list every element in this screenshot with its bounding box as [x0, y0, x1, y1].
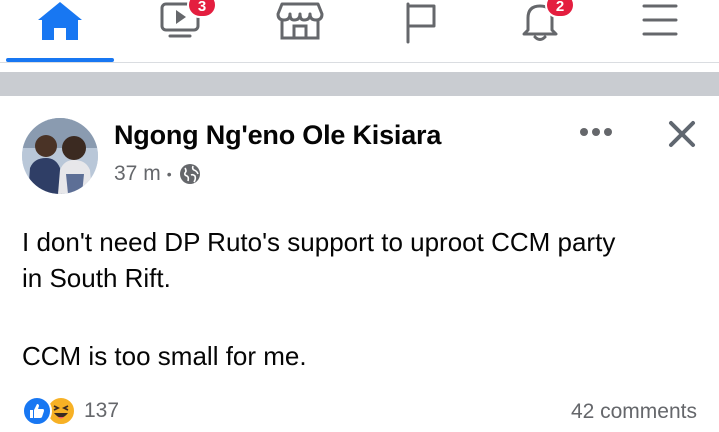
- post-time[interactable]: 37 m: [114, 162, 161, 186]
- top-nav-bar: 3 2: [0, 0, 719, 62]
- post-text-line: in South Rift.: [22, 263, 171, 293]
- feed-separator: [0, 72, 719, 96]
- home-icon: [38, 2, 82, 40]
- reaction-count: 137: [84, 399, 120, 422]
- more-options-button[interactable]: [574, 114, 618, 150]
- nav-divider: [0, 62, 719, 63]
- globe-icon: [179, 164, 200, 184]
- nav-home[interactable]: [5, 0, 115, 62]
- post-meta: 37 m •: [114, 162, 202, 186]
- notifications-badge: 2: [545, 0, 575, 18]
- nav-watch[interactable]: 3: [125, 0, 235, 62]
- menu-icon: [642, 4, 678, 36]
- post-text-line: I don't need DP Ruto's support to uproot…: [22, 227, 616, 257]
- post-text-line: CCM is too small for me.: [22, 341, 307, 371]
- nav-notifications[interactable]: 2: [485, 0, 595, 62]
- close-icon: [669, 121, 695, 147]
- watch-badge: 3: [187, 0, 217, 18]
- nav-menu[interactable]: [605, 0, 715, 62]
- more-dots-icon: [580, 128, 612, 136]
- hide-post-button[interactable]: [662, 114, 702, 154]
- marketplace-icon: [276, 2, 324, 40]
- author-avatar[interactable]: [22, 118, 98, 194]
- comments-count-link[interactable]: 42 comments: [571, 400, 697, 424]
- nav-marketplace[interactable]: [245, 0, 355, 62]
- reactions-summary[interactable]: 137: [22, 396, 119, 426]
- meta-separator: •: [166, 166, 172, 182]
- flag-icon: [406, 2, 436, 44]
- nav-pages[interactable]: [365, 0, 475, 62]
- like-reaction-icon: [22, 396, 52, 426]
- post-card: Ngong Ng'eno Ole Kisiara 37 m • I don't …: [0, 96, 719, 432]
- avatar-image: [22, 118, 98, 194]
- author-name[interactable]: Ngong Ng'eno Ole Kisiara: [114, 120, 441, 151]
